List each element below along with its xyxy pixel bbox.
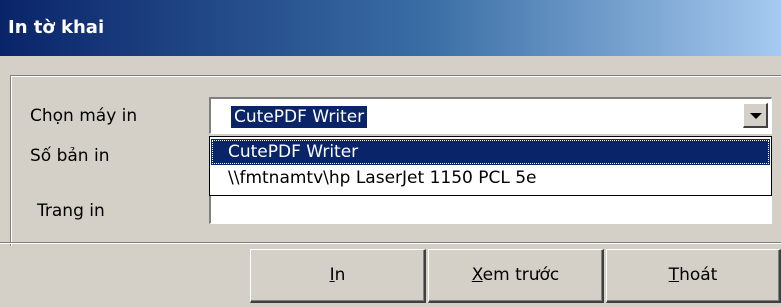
preview-button[interactable]: Xem trước (428, 249, 604, 303)
printer-dropdown-list[interactable]: CutePDF Writer \\fmtnamtv\hp LaserJet 11… (209, 136, 772, 196)
chevron-down-icon (750, 113, 762, 119)
printer-label: Chọn máy in (30, 106, 138, 126)
window-title: In tờ khai (8, 17, 105, 38)
pages-input[interactable] (209, 196, 772, 224)
title-bar[interactable]: In tờ khai (0, 0, 781, 56)
pages-label: Trang in (37, 201, 105, 221)
printer-selected-value: CutePDF Writer (231, 106, 368, 128)
printer-select[interactable]: CutePDF Writer (209, 97, 772, 134)
exit-button-label: hoát (679, 265, 718, 285)
exit-button[interactable]: Thoát (606, 249, 781, 303)
print-button[interactable]: In (250, 249, 426, 303)
preview-button-key: X (471, 265, 483, 285)
copies-label: Số bản in (30, 146, 110, 166)
printer-option-cutepdf[interactable]: CutePDF Writer (211, 139, 770, 165)
dropdown-button[interactable] (743, 103, 768, 128)
exit-button-key: T (668, 265, 680, 285)
printer-option-hp-laserjet[interactable]: \\fmtnamtv\hp LaserJet 1150 PCL 5e (211, 165, 770, 191)
print-button-label: n (334, 265, 346, 285)
separator (0, 242, 781, 244)
menu-strip (0, 56, 781, 70)
preview-button-label: em trước (482, 265, 560, 285)
